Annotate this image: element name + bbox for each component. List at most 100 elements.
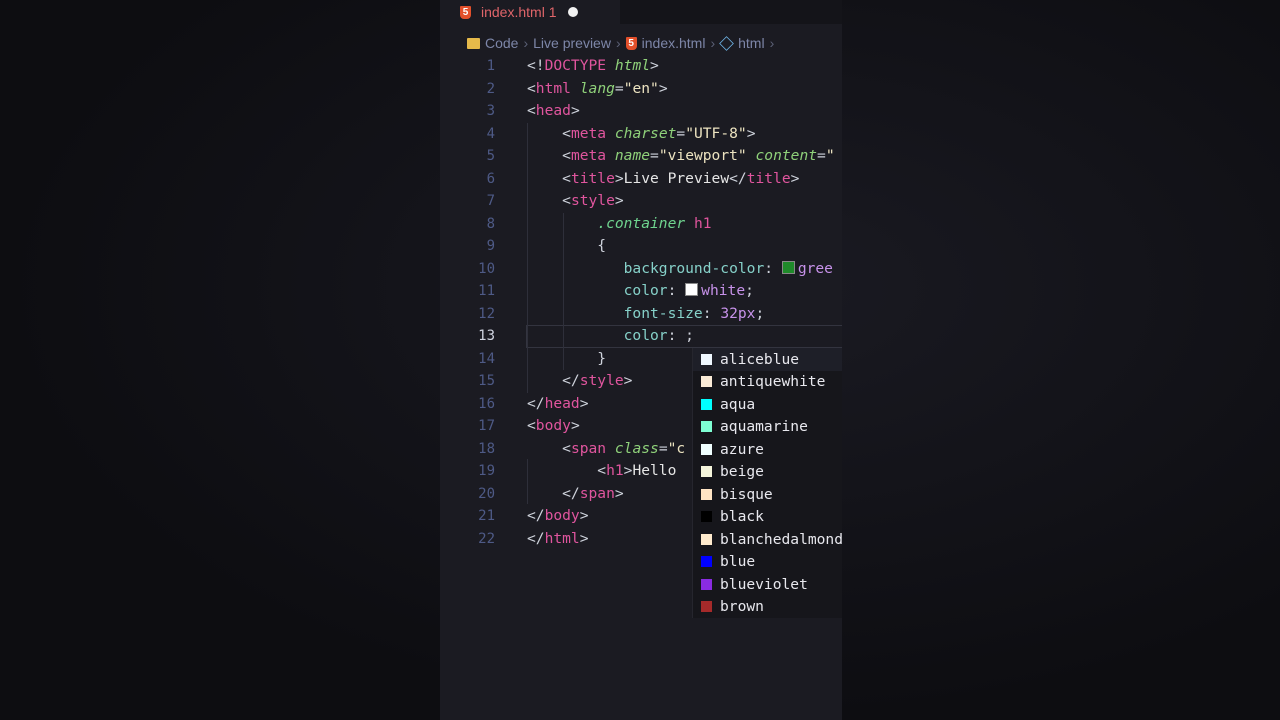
code-text: <meta name="viewport" content=": [527, 145, 834, 168]
code-token: <: [527, 439, 571, 457]
code-line[interactable]: 3 <head>: [440, 100, 842, 123]
code-token: >: [614, 169, 624, 187]
code-token: </: [527, 394, 545, 412]
code-text: }: [527, 348, 606, 371]
suggestion-item-brown[interactable]: brown: [693, 596, 842, 619]
suggestion-item-beige[interactable]: beige: [693, 461, 842, 484]
code-line[interactable]: 11 color: white;: [440, 280, 842, 303]
code-token: </: [527, 372, 580, 389]
code-token: h1: [606, 462, 624, 479]
code-token: h1: [693, 214, 712, 232]
code-token: ;: [755, 304, 765, 322]
code-token: gree: [797, 259, 833, 277]
code-line[interactable]: 4 <meta charset="UTF-8">: [440, 123, 842, 146]
code-text: color: white;: [527, 280, 754, 303]
suggestion-item-antiquewhite[interactable]: antiquewhite: [693, 371, 842, 394]
code-line[interactable]: 5 <meta name="viewport" content=": [440, 145, 842, 168]
code-token: >: [570, 102, 580, 119]
code-token: title: [746, 169, 791, 187]
code-line[interactable]: 13 color: ;: [440, 325, 842, 348]
code-text: <!DOCTYPE html>: [527, 55, 659, 78]
code-token: "en": [623, 79, 659, 97]
color-swatch-icon: [701, 578, 712, 590]
suggestion-item-azure[interactable]: azure: [693, 438, 842, 461]
color-swatch-icon[interactable]: [685, 283, 699, 296]
suggestion-item-blue[interactable]: blue: [693, 551, 842, 574]
code-text: <span class="c: [527, 438, 685, 461]
suggestion-label: aliceblue: [720, 350, 800, 368]
code-token: charset: [614, 124, 677, 142]
code-line[interactable]: 10 background-color: gree: [440, 258, 842, 281]
code-text: <meta charset="UTF-8">: [527, 123, 755, 146]
color-swatch-icon: [701, 533, 712, 545]
code-token: <: [527, 462, 607, 479]
code-token: style: [570, 192, 615, 209]
code-token: class: [614, 439, 659, 457]
code-token: <: [527, 102, 536, 119]
breadcrumb-item[interactable]: Live preview: [533, 35, 611, 51]
code-text: </style>: [527, 370, 632, 393]
code-token: head: [544, 394, 580, 412]
code-line[interactable]: 8 .container h1: [440, 213, 842, 236]
code-token: html: [614, 57, 651, 74]
code-token: }: [527, 349, 607, 367]
code-line[interactable]: 9 {: [440, 235, 842, 258]
chevron-right-icon: ›: [523, 35, 529, 51]
code-text: background-color: gree: [527, 258, 833, 281]
chevron-right-icon: ›: [710, 35, 716, 51]
suggestion-item-bisque[interactable]: bisque: [693, 483, 842, 506]
code-token: .container: [527, 214, 686, 232]
code-token: head: [535, 102, 571, 119]
suggestion-item-aliceblue[interactable]: aliceblue: [693, 348, 842, 371]
code-text: <html lang="en">: [527, 78, 668, 101]
code-token: =: [614, 79, 624, 97]
autocomplete-dropdown: aliceblue antiquewhite aqua aquamarine azure…: [692, 348, 842, 618]
suggestion-item-blueviolet[interactable]: blueviolet: [693, 573, 842, 596]
code-editor: 5 index.html 1 Code › Live preview › 5 i…: [440, 0, 842, 720]
code-text: font-size: 32px;: [527, 303, 765, 326]
line-number: 13: [478, 328, 495, 344]
unsaved-dot-icon[interactable]: [568, 7, 579, 17]
code-token: <!: [527, 57, 545, 74]
code-token: span: [579, 484, 615, 502]
color-swatch-icon[interactable]: [781, 260, 795, 274]
code-line[interactable]: 1 <!DOCTYPE html>: [440, 55, 842, 78]
suggestion-label: antiquewhite: [720, 373, 826, 391]
breadcrumb-item[interactable]: Code: [485, 35, 518, 51]
suggestion-label: blanchedalmond: [720, 530, 842, 548]
code-token: >: [623, 372, 633, 389]
code-token: >: [570, 417, 580, 434]
code-token: span: [570, 439, 607, 457]
tab-index-html[interactable]: 5 index.html 1: [440, 0, 620, 24]
line-number: 8: [486, 215, 495, 232]
suggestion-item-black[interactable]: black: [693, 506, 842, 529]
code-token: 32px: [720, 304, 756, 322]
suggestion-label: blue: [720, 553, 756, 571]
code-text: <style>: [527, 190, 624, 213]
code-token: style: [579, 372, 624, 389]
code-line[interactable]: 6 <title>Live Preview</title>: [440, 168, 842, 191]
line-number: 20: [478, 485, 495, 502]
chevron-right-icon: ›: [769, 35, 775, 51]
code-line[interactable]: 12 font-size: 32px;: [440, 303, 842, 326]
breadcrumb-item[interactable]: index.html: [642, 35, 706, 51]
code-token: white: [701, 282, 746, 299]
code-token: DOCTYPE: [544, 57, 607, 74]
code-text: </head>: [527, 393, 589, 416]
suggestion-item-aquamarine[interactable]: aquamarine: [693, 416, 842, 439]
suggestion-item-blanchedalmond[interactable]: blanchedalmond: [693, 528, 842, 551]
line-number: 21: [478, 508, 495, 524]
code-line[interactable]: 7 <style>: [440, 190, 842, 213]
code-text: .container h1: [527, 213, 712, 236]
suggestion-label: aquamarine: [720, 418, 808, 436]
code-token: color: [527, 327, 668, 344]
suggestion-item-aqua[interactable]: aqua: [693, 393, 842, 416]
code-line[interactable]: 2 <html lang="en">: [440, 78, 842, 101]
code-token: "UTF-8": [685, 124, 747, 142]
breadcrumb-item[interactable]: html: [738, 35, 764, 51]
code-token: >: [579, 394, 589, 412]
